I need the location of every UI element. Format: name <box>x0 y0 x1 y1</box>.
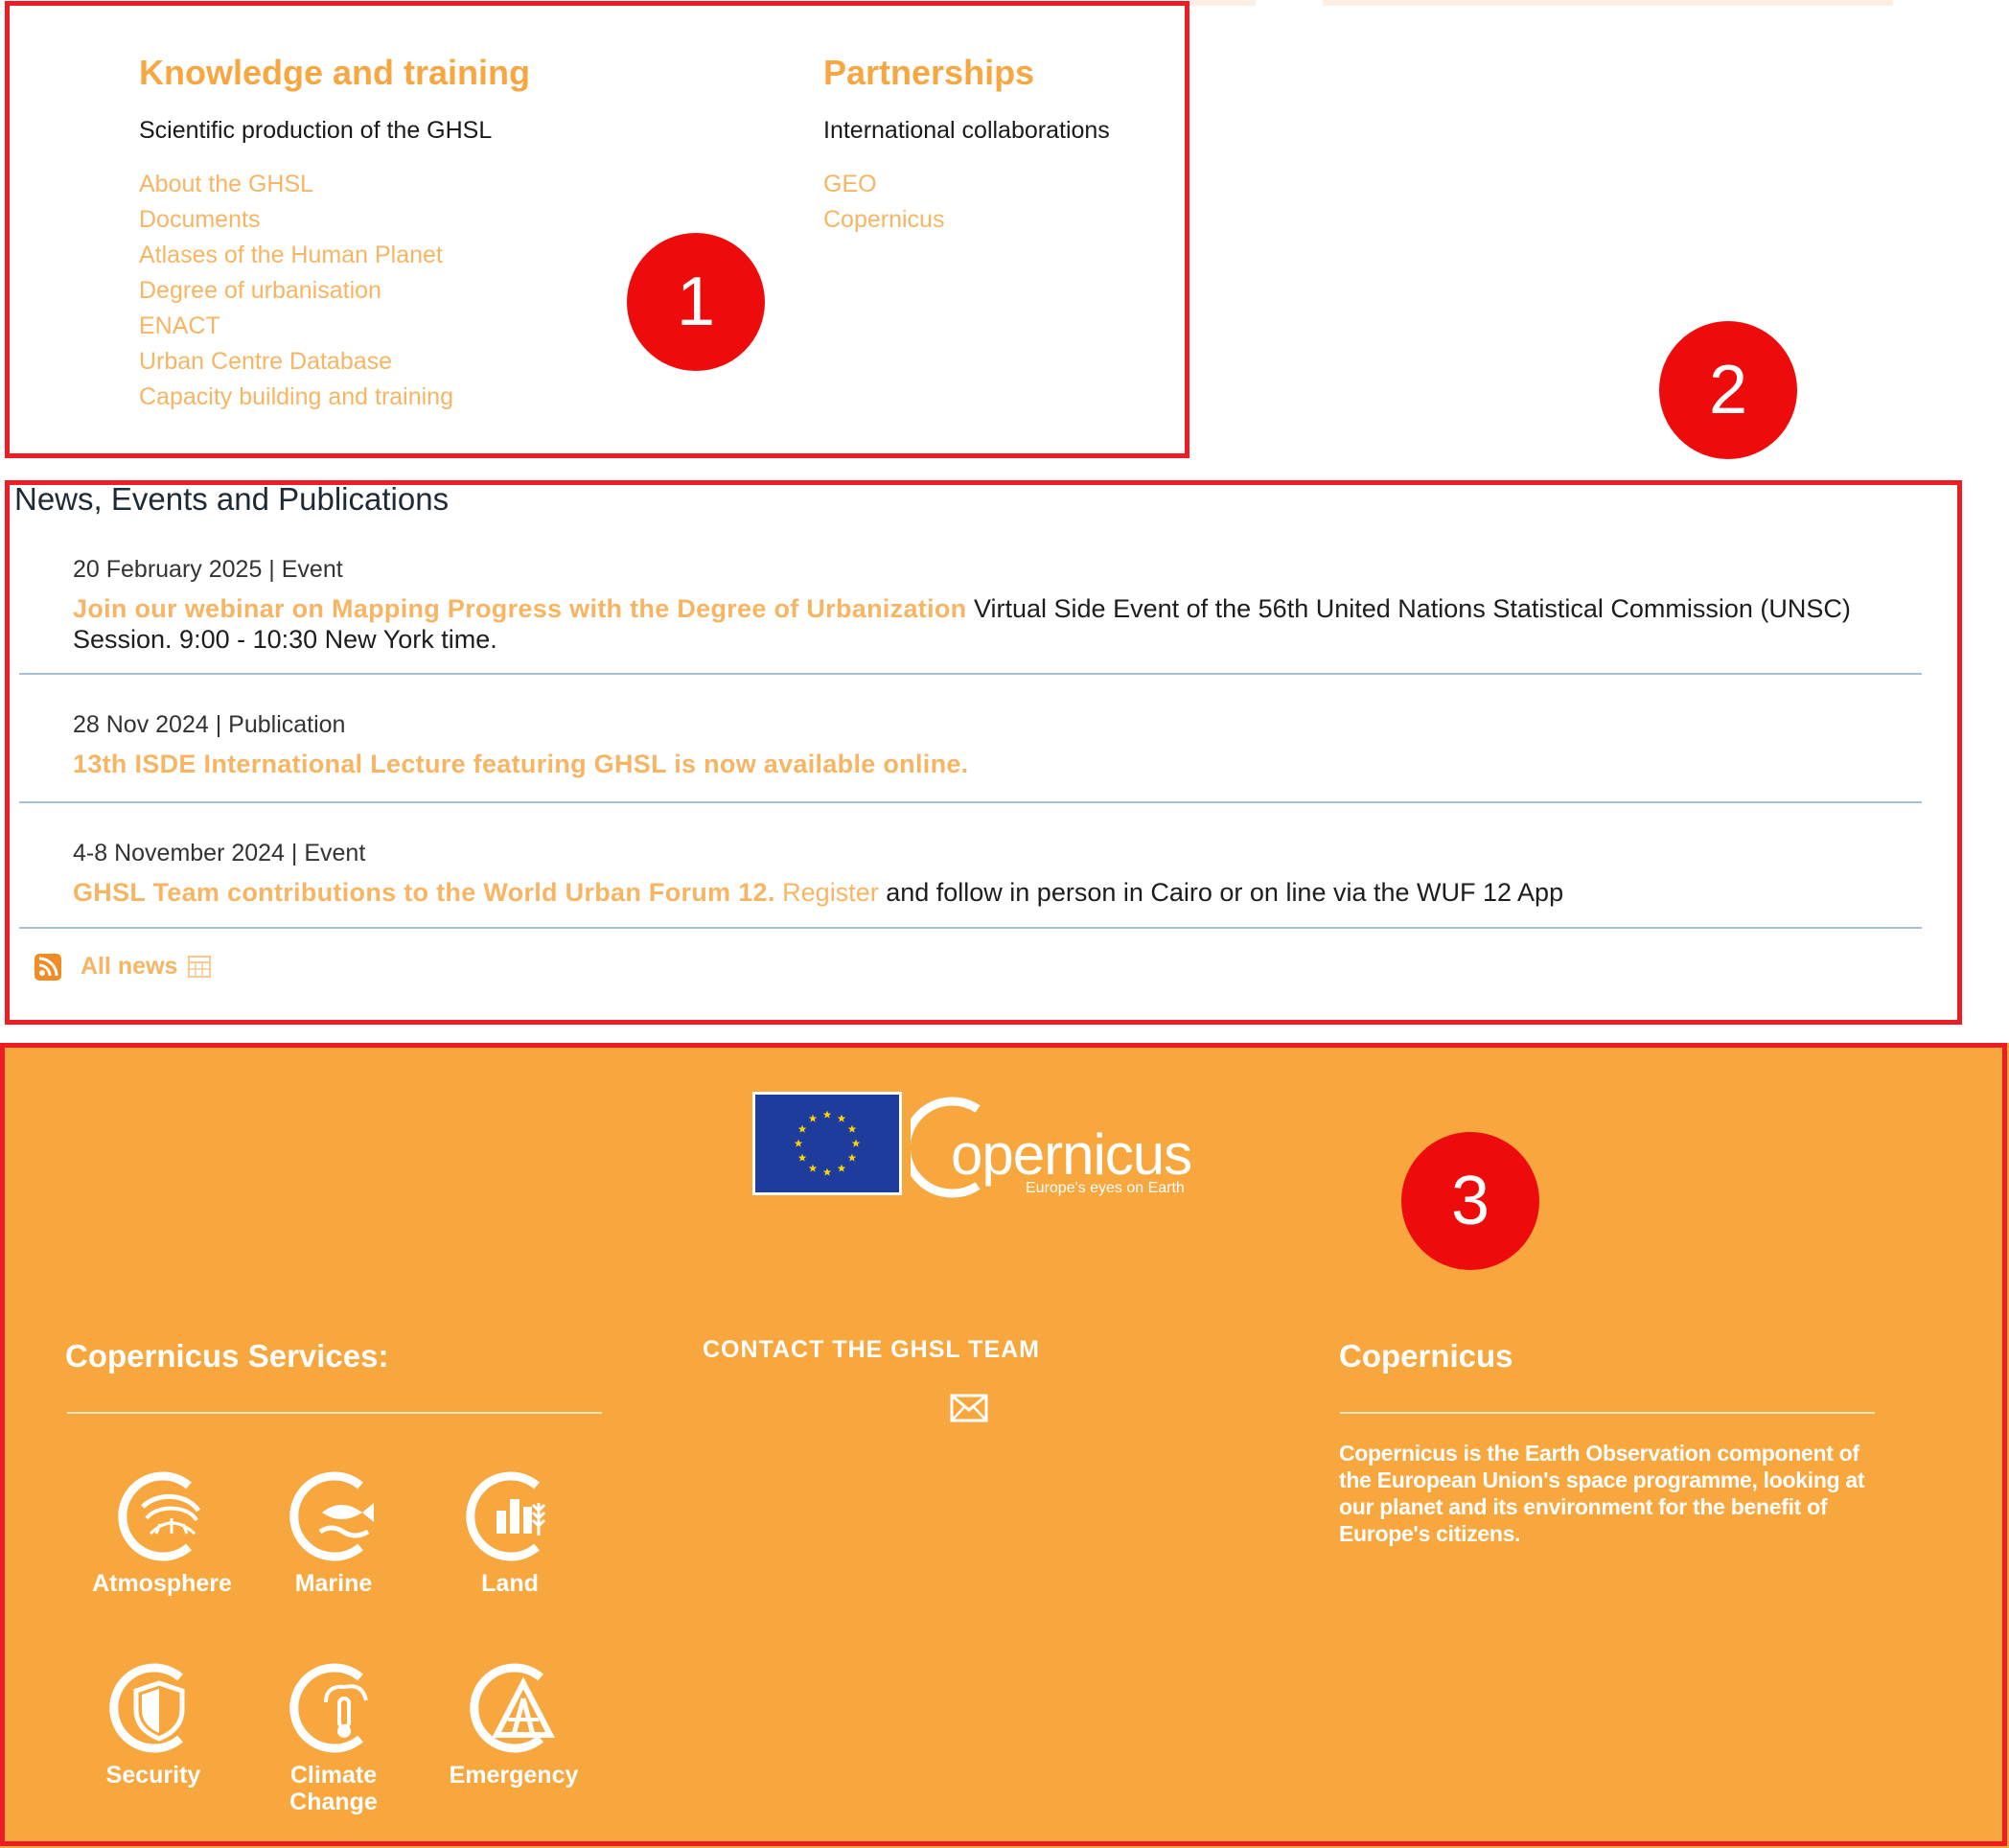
news-item: 20 February 2025 | Event Join our webina… <box>73 556 1923 655</box>
service-emergency[interactable]: Emergency <box>437 1660 590 1790</box>
service-marine[interactable]: Marine <box>257 1468 410 1598</box>
services-title: Copernicus Services: <box>65 1338 389 1374</box>
news-item: 4-8 November 2024 | Event GHSL Team cont… <box>73 840 1923 908</box>
service-label: Marine <box>294 1570 373 1597</box>
marine-icon <box>289 1471 374 1561</box>
partnerships-links: GEO Copernicus <box>823 167 944 238</box>
news-separator <box>19 673 1922 675</box>
service-label: Security <box>105 1762 201 1789</box>
annotation-badge-2: 2 <box>1659 321 1797 459</box>
link-urban-centre-database[interactable]: Urban Centre Database <box>139 344 453 380</box>
services-rule <box>67 1412 602 1414</box>
knowledge-subtitle: Scientific production of the GHSL <box>139 117 493 144</box>
link-copernicus[interactable]: Copernicus <box>823 202 944 238</box>
news-body: 13th ISDE International Lecture featurin… <box>73 749 1923 779</box>
top-strip <box>1189 0 1256 6</box>
knowledge-links: About the GHSL Documents Atlases of the … <box>139 167 453 415</box>
news-body: Join our webinar on Mapping Progress wit… <box>73 593 1923 655</box>
news-text: and follow in person in Cairo or on line… <box>878 878 1564 907</box>
service-label: Climate <box>289 1762 378 1789</box>
service-security[interactable]: Security <box>77 1660 230 1790</box>
news-separator <box>19 801 1922 803</box>
service-land[interactable]: Land <box>433 1468 587 1598</box>
eu-flag-icon <box>752 1092 902 1195</box>
service-label: Change <box>289 1789 378 1815</box>
copernicus-logo-tagline: Europe's eyes on Earth <box>1026 1180 1185 1196</box>
news-meta: 4-8 November 2024 | Event <box>73 840 366 866</box>
all-news-link[interactable]: All news <box>81 953 177 981</box>
knowledge-title: Knowledge and training <box>139 53 531 92</box>
service-climate-change[interactable]: Climate Change <box>257 1660 410 1815</box>
news-body: GHSL Team contributions to the World Urb… <box>73 877 1923 908</box>
annotation-badge-1: 1 <box>627 233 765 371</box>
calendar-icon[interactable] <box>187 954 212 979</box>
service-atmosphere[interactable]: Atmosphere <box>85 1468 239 1598</box>
copernicus-logo[interactable]: opernicus Europe's eyes on Earth <box>911 1088 1198 1203</box>
partnerships-title: Partnerships <box>823 53 1035 92</box>
link-degree-urbanisation[interactable]: Degree of urbanisation <box>139 273 453 309</box>
land-icon <box>466 1471 546 1561</box>
copernicus-rule <box>1340 1412 1875 1414</box>
news-meta: 20 February 2025 | Event <box>73 556 343 583</box>
news-link[interactable]: Join our webinar on Mapping Progress wit… <box>73 594 966 623</box>
copernicus-description: Copernicus is the Earth Observation comp… <box>1339 1441 1865 1546</box>
contact-title[interactable]: CONTACT THE GHSL TEAM <box>703 1336 1040 1364</box>
security-icon <box>109 1663 185 1753</box>
partnerships-subtitle: International collaborations <box>823 117 1110 144</box>
annotation-badge-3: 3 <box>1401 1132 1539 1270</box>
service-label: Emergency <box>449 1762 579 1789</box>
news-item: 28 Nov 2024 | Publication 13th ISDE Inte… <box>73 711 1923 779</box>
mail-icon[interactable] <box>950 1394 988 1422</box>
emergency-icon <box>470 1663 555 1753</box>
copernicus-logo-text: opernicus <box>951 1122 1192 1187</box>
link-about-ghsl[interactable]: About the GHSL <box>139 167 453 202</box>
rss-icon[interactable] <box>35 954 61 981</box>
news-separator <box>19 927 1922 929</box>
link-capacity-building[interactable]: Capacity building and training <box>139 380 453 415</box>
atmosphere-icon <box>118 1471 201 1561</box>
news-heading: News, Events and Publications <box>14 481 450 517</box>
link-enact[interactable]: ENACT <box>139 309 453 344</box>
service-label: Atmosphere <box>92 1570 232 1597</box>
news-link[interactable]: 13th ISDE International Lecture featurin… <box>73 750 969 778</box>
link-atlases[interactable]: Atlases of the Human Planet <box>139 238 453 273</box>
news-link[interactable]: GHSL Team contributions to the World Urb… <box>73 878 775 907</box>
top-strip <box>1323 0 1893 6</box>
copernicus-title: Copernicus <box>1339 1338 1513 1374</box>
news-meta: 28 Nov 2024 | Publication <box>73 711 346 738</box>
climate-change-icon <box>289 1663 368 1753</box>
link-geo[interactable]: GEO <box>823 167 944 202</box>
link-documents[interactable]: Documents <box>139 202 453 238</box>
register-link[interactable]: Register <box>775 878 879 907</box>
service-label: Land <box>481 1570 539 1597</box>
